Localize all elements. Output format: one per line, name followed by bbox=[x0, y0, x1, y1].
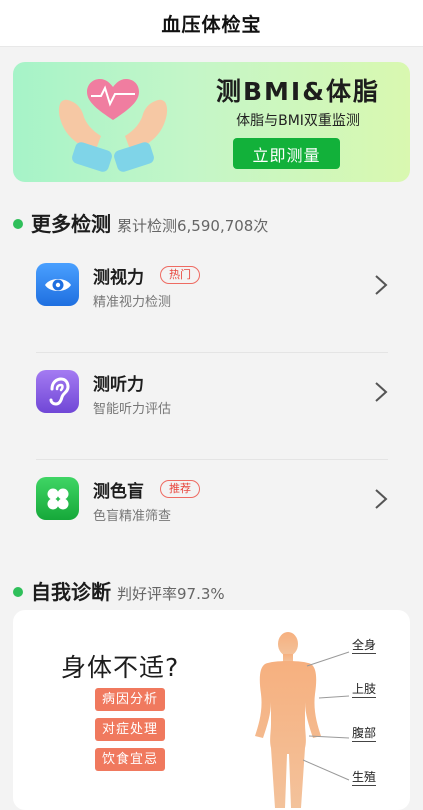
diagnosis-title: 身体不适? bbox=[61, 653, 180, 682]
section-dot-icon bbox=[13, 587, 23, 597]
list-item-color-blindness[interactable]: 测色盲 推荐 色盲精准筛查 bbox=[36, 459, 388, 566]
chevron-right-icon bbox=[375, 275, 388, 295]
app-header: 血压体检宝 bbox=[0, 0, 423, 47]
eye-icon bbox=[36, 263, 79, 306]
self-diagnosis-card[interactable]: 身体不适? 病因分析 对症处理 饮食宜忌 全身 上肢 腹部 生殖 bbox=[13, 610, 410, 810]
body-label-connectors bbox=[303, 651, 350, 781]
test-count: 累计检测6,590,708次 bbox=[117, 217, 269, 235]
body-label-reproductive[interactable]: 生殖 bbox=[352, 770, 377, 786]
diet-advice-button[interactable]: 饮食宜忌 bbox=[95, 748, 165, 771]
chevron-right-icon bbox=[375, 382, 388, 402]
body-label-upper-limbs[interactable]: 上肢 bbox=[352, 682, 377, 698]
item-title: 测听力 bbox=[93, 375, 144, 395]
item-title: 测视力 bbox=[93, 268, 144, 288]
heart-hands-illustration bbox=[58, 79, 168, 172]
chevron-right-icon bbox=[375, 489, 388, 509]
self-diagnosis-header: 自我诊断 判好评率97.3% bbox=[13, 576, 225, 605]
item-subtitle: 精准视力检测 bbox=[93, 295, 172, 310]
body-label-abdomen[interactable]: 腹部 bbox=[352, 726, 377, 742]
measure-now-button[interactable]: 立即测量 bbox=[233, 138, 340, 169]
item-subtitle: 智能听力评估 bbox=[93, 402, 172, 417]
body-label-whole-body[interactable]: 全身 bbox=[352, 638, 377, 654]
banner-title: 测BMI&体脂 bbox=[215, 77, 381, 106]
page-title: 血压体检宝 bbox=[161, 13, 262, 36]
symptom-treatment-button[interactable]: 对症处理 bbox=[95, 718, 165, 741]
item-subtitle: 色盲精准筛查 bbox=[93, 509, 172, 524]
list-item-vision[interactable]: 测视力 热门 精准视力检测 bbox=[36, 246, 388, 352]
section-dot-icon bbox=[13, 219, 23, 229]
bmi-banner[interactable]: 测BMI&体脂 体脂与BMI双重监测 立即测量 bbox=[13, 62, 410, 182]
section-title: 自我诊断 bbox=[31, 580, 111, 604]
rating-text: 判好评率97.3% bbox=[117, 585, 225, 603]
hot-badge: 热门 bbox=[160, 266, 200, 284]
banner-subtitle: 体脂与BMI双重监测 bbox=[236, 113, 360, 129]
clover-icon bbox=[36, 477, 79, 520]
cause-analysis-button[interactable]: 病因分析 bbox=[95, 688, 165, 711]
more-tests-header: 更多检测 累计检测6,590,708次 bbox=[13, 208, 268, 237]
section-title: 更多检测 bbox=[31, 212, 111, 236]
test-list: 测视力 热门 精准视力检测 测听力 智能听力评估 测色盲 推荐 色盲精准筛查 bbox=[36, 246, 388, 566]
list-item-hearing[interactable]: 测听力 智能听力评估 bbox=[36, 352, 388, 459]
ear-icon bbox=[36, 370, 79, 413]
recommend-badge: 推荐 bbox=[160, 480, 200, 498]
item-title: 测色盲 bbox=[93, 482, 144, 502]
